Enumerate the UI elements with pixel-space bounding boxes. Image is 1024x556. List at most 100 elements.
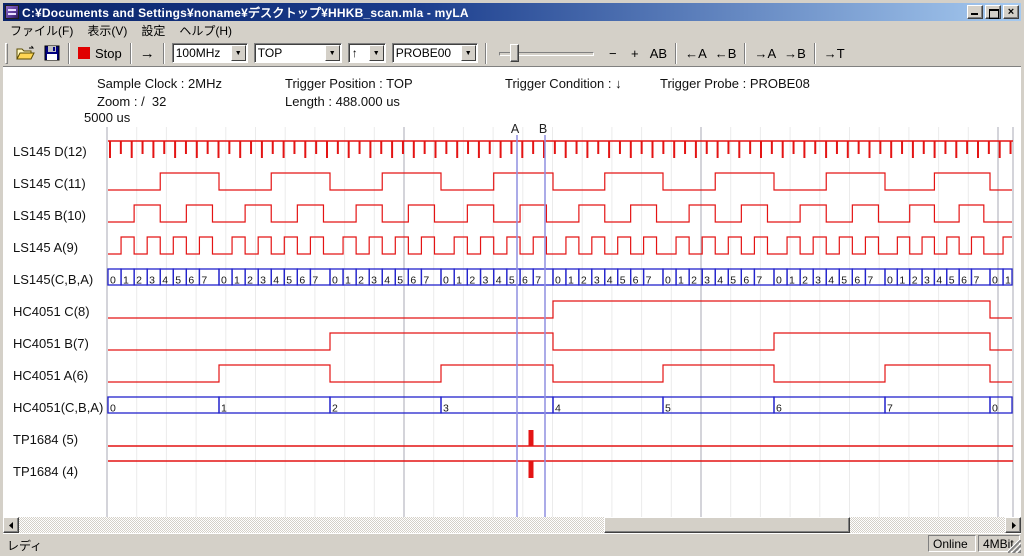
svg-text:1: 1 [345, 275, 351, 287]
svg-text:0: 0 [992, 275, 998, 287]
chevron-down-icon[interactable]: ▼ [369, 45, 384, 61]
svg-text:3: 3 [815, 275, 821, 287]
svg-text:0: 0 [443, 275, 449, 287]
svg-text:5: 5 [509, 275, 515, 287]
trigger-edge-value: ↑ [349, 46, 369, 60]
horizontal-scrollbar[interactable] [3, 517, 1021, 533]
menu-view[interactable]: 表示(V) [80, 20, 134, 41]
svg-text:6: 6 [961, 275, 967, 287]
svg-text:1: 1 [789, 275, 795, 287]
svg-text:4: 4 [162, 275, 168, 287]
status-ready-text: レディ [7, 537, 42, 554]
svg-text:0: 0 [221, 275, 227, 287]
svg-text:1: 1 [234, 275, 240, 287]
close-button[interactable]: × [1003, 5, 1019, 19]
app-icon[interactable] [5, 5, 19, 19]
scroll-left-button[interactable] [3, 517, 19, 533]
maximize-button[interactable] [985, 5, 1001, 19]
stop-icon [78, 47, 90, 59]
svg-text:0: 0 [887, 275, 893, 287]
svg-text:3: 3 [443, 403, 449, 415]
svg-text:6: 6 [299, 275, 305, 287]
frequency-combobox[interactable]: 100MHz ▼ [172, 43, 248, 63]
window-title: C:¥Documents and Settings¥noname¥デスクトップ¥… [22, 4, 967, 21]
toolbar-grip[interactable] [5, 43, 8, 64]
chevron-down-icon[interactable]: ▼ [461, 45, 476, 61]
menu-file[interactable]: ファイル(F) [3, 20, 80, 41]
chevron-down-icon[interactable]: ▼ [231, 45, 246, 61]
svg-text:2: 2 [136, 275, 142, 287]
svg-text:1: 1 [123, 275, 129, 287]
svg-text:7: 7 [756, 275, 762, 287]
menu-settings[interactable]: 設定 [134, 20, 172, 41]
toolbar-separator [485, 43, 487, 64]
open-file-button[interactable] [12, 42, 40, 64]
svg-text:1: 1 [456, 275, 462, 287]
svg-text:4: 4 [555, 403, 561, 415]
zoom-in-button[interactable]: + [624, 42, 646, 64]
svg-text:0: 0 [992, 403, 998, 415]
svg-text:2: 2 [912, 275, 918, 287]
trigger-edge-combobox[interactable]: ↑ ▼ [348, 43, 386, 63]
svg-text:5: 5 [949, 275, 955, 287]
toolbar-separator [130, 43, 132, 64]
toolbar-separator [744, 43, 746, 64]
svg-text:4: 4 [717, 275, 723, 287]
toolbar-separator [675, 43, 677, 64]
stop-button[interactable]: Stop [74, 42, 126, 64]
chevron-down-icon[interactable]: ▼ [325, 45, 340, 61]
zoom-ab-button[interactable]: AB [646, 42, 671, 64]
zoom-slider[interactable] [499, 42, 594, 64]
goto-marker-b-left-button[interactable]: ←B [711, 42, 741, 64]
menu-help[interactable]: ヘルプ(H) [172, 20, 239, 41]
svg-text:7: 7 [201, 275, 207, 287]
save-file-button[interactable] [40, 42, 64, 64]
run-button[interactable]: → [136, 42, 159, 64]
svg-text:6: 6 [633, 275, 639, 287]
svg-text:3: 3 [483, 275, 489, 287]
trigger-position-combobox[interactable]: TOP ▼ [254, 43, 342, 63]
svg-text:5: 5 [397, 275, 403, 287]
probe-combobox[interactable]: PROBE00 ▼ [392, 43, 478, 63]
open-folder-icon [16, 45, 36, 61]
marker-b-label: B [539, 122, 547, 136]
svg-text:5: 5 [841, 275, 847, 287]
svg-text:7: 7 [423, 275, 429, 287]
scrollbar-thumb[interactable] [604, 517, 850, 533]
zoom-slider-thumb[interactable] [510, 44, 519, 62]
arrow-right-icon [1010, 522, 1017, 529]
svg-text:0: 0 [332, 275, 338, 287]
resize-grip[interactable] [1008, 540, 1021, 553]
marker-a-label: A [511, 122, 520, 136]
svg-text:3: 3 [704, 275, 710, 287]
svg-text:5: 5 [730, 275, 736, 287]
svg-text:1: 1 [568, 275, 574, 287]
svg-text:7: 7 [867, 275, 873, 287]
menu-bar: ファイル(F) 表示(V) 設定 ヘルプ(H) [3, 21, 1021, 40]
svg-text:7: 7 [646, 275, 652, 287]
svg-text:6: 6 [410, 275, 416, 287]
title-bar[interactable]: C:¥Documents and Settings¥noname¥デスクトップ¥… [3, 3, 1021, 21]
svg-text:4: 4 [828, 275, 834, 287]
svg-text:0: 0 [110, 403, 116, 415]
svg-text:7: 7 [535, 275, 541, 287]
svg-text:5: 5 [175, 275, 181, 287]
svg-text:7: 7 [887, 403, 893, 415]
goto-marker-a-left-button[interactable]: ←A [681, 42, 711, 64]
timing-diagram[interactable]: 0123456701234567012345670123456701234567… [3, 67, 1021, 517]
svg-text:2: 2 [469, 275, 475, 287]
scroll-right-button[interactable] [1005, 517, 1021, 533]
svg-text:0: 0 [776, 275, 782, 287]
toolbar-separator [68, 43, 70, 64]
zoom-out-button[interactable]: − [602, 42, 624, 64]
probe-value: PROBE00 [393, 46, 461, 60]
waveform-panel: Sample Clock : 2MHz Trigger Position : T… [3, 67, 1021, 517]
status-online-badge: Online [928, 535, 976, 552]
svg-text:1: 1 [1005, 275, 1011, 287]
svg-text:6: 6 [522, 275, 528, 287]
minimize-button[interactable] [967, 5, 983, 19]
goto-marker-b-right-button[interactable]: →B [780, 42, 810, 64]
goto-marker-a-right-button[interactable]: →A [750, 42, 780, 64]
svg-text:5: 5 [286, 275, 292, 287]
goto-trigger-button[interactable]: →T [820, 42, 849, 64]
